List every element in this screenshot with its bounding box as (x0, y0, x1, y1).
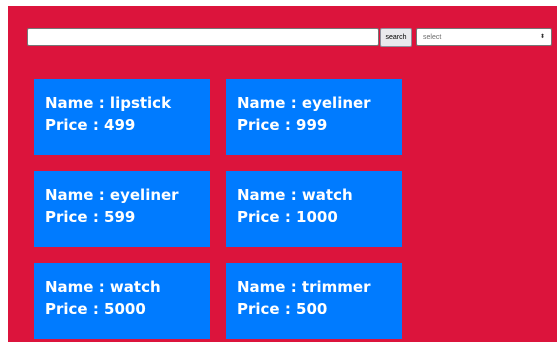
product-card: Name : eyeliner Price : 999 (226, 79, 402, 155)
product-card: Name : lipstick Price : 499 (34, 79, 210, 155)
product-price: Price : 500 (237, 300, 328, 318)
product-name: Name : watch (45, 278, 161, 296)
filter-select-value: select (423, 33, 442, 41)
product-card: Name : watch Price : 5000 (34, 263, 210, 339)
filter-select[interactable]: select ⬍ (416, 28, 552, 46)
search-button[interactable]: search (380, 28, 412, 47)
product-price: Price : 1000 (237, 208, 338, 226)
product-price: Price : 499 (45, 116, 136, 134)
product-name: Name : eyeliner (237, 94, 371, 112)
chevron-up-down-icon: ⬍ (539, 34, 545, 40)
search-input[interactable] (27, 28, 379, 46)
product-price: Price : 5000 (45, 300, 146, 318)
page-background: search select ⬍ Name : lipstick Price : … (8, 6, 557, 342)
product-price: Price : 999 (237, 116, 328, 134)
product-name: Name : lipstick (45, 94, 172, 112)
product-card: Name : watch Price : 1000 (226, 171, 402, 247)
product-card: Name : trimmer Price : 500 (226, 263, 402, 339)
product-card: Name : eyeliner Price : 599 (34, 171, 210, 247)
product-name: Name : trimmer (237, 278, 371, 296)
product-price: Price : 599 (45, 208, 136, 226)
product-name: Name : eyeliner (45, 186, 179, 204)
product-name: Name : watch (237, 186, 353, 204)
